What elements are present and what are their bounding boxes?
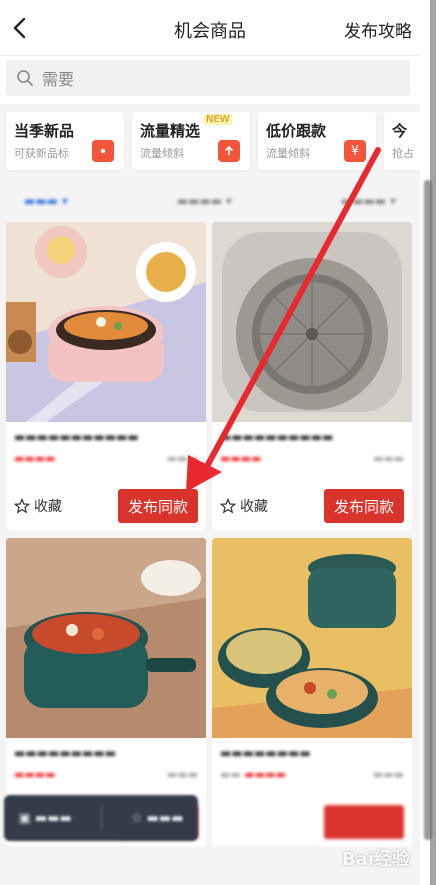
floating-action-right-blurred[interactable]: ☆ ▬▬▬ [131, 811, 184, 826]
favorite-button[interactable]: 收藏 [14, 496, 62, 516]
category-name: 低价跟款 [266, 122, 327, 140]
product-actions-blurred [212, 798, 412, 846]
tag-icon [92, 140, 114, 162]
category-name: 流量精选 [140, 122, 201, 140]
watermark-logo: Bai经验 [341, 849, 410, 870]
sort-price-blurred: ▬▬▬▬ ▾ [340, 194, 396, 208]
product-price-row-blurred: ▬▬▬▬ ▬▬▬ [220, 452, 404, 465]
sort-category-blurred: ▬▬▬▬ ▾ [176, 194, 232, 208]
publish-same-button[interactable]: 发布同款 [118, 489, 198, 523]
category-name: 当季新品 [14, 122, 75, 140]
sort-default-blurred: ▬▬▬ ▾ [24, 194, 68, 208]
product-title-blurred: ▬▬▬▬▬▬▬▬ [220, 746, 311, 760]
floating-divider [100, 806, 102, 830]
category-card-traffic-picks[interactable]: 流量精选 NEW 流量倾斜 [132, 112, 250, 170]
favorite-label: 收藏 [34, 499, 62, 515]
product-actions: 收藏 发布同款 [212, 482, 412, 530]
search-input[interactable]: 需要 [6, 60, 410, 96]
top-nav-bar: 机会商品 发布攻略 [0, 0, 420, 56]
category-desc: 抢占 [392, 147, 414, 160]
green-pot-photo [6, 538, 206, 738]
new-badge: NEW [204, 114, 232, 125]
product-title-blurred: ▬▬▬▬▬▬▬▬▬▬▬ [14, 430, 139, 444]
publish-same-button[interactable] [324, 805, 404, 839]
category-card-today[interactable]: 今 抢占 [384, 112, 420, 170]
product-title-blurred: ▬▬▬▬▬▬▬▬▬ [14, 746, 117, 760]
product-info-blurred: ▬▬▬▬▬▬▬▬▬ ▬▬▬▬ ▬▬▬ [6, 738, 206, 798]
product-info-blurred: ▬▬▬▬▬▬▬▬▬▬▬ ▬▬▬▬ ▬▬▬ [6, 422, 206, 482]
category-card-new-season[interactable]: 当季新品 可获新品标 [6, 112, 124, 170]
teal-pot-photo [212, 538, 412, 738]
star-icon [14, 498, 30, 514]
edge-line [430, 0, 436, 885]
product-actions: 收藏 发布同款 [6, 482, 206, 530]
publish-guide-link[interactable]: 发布攻略 [344, 17, 412, 42]
steel-kettle-photo [212, 222, 412, 422]
product-card[interactable]: ▬▬▬▬▬▬▬▬▬▬▬ ▬▬▬▬ ▬▬▬ 收藏 发布同款 [6, 222, 206, 530]
search-icon [17, 70, 33, 86]
favorite-label: 收藏 [240, 499, 268, 515]
category-name: 今 [392, 122, 408, 140]
search-area: 需要 [0, 56, 420, 104]
product-price-row-blurred: ▬▬ ▬▬▬▬ ▬▬▬ [220, 768, 404, 781]
adjacent-window-edge [420, 0, 440, 885]
product-card[interactable]: ▬▬▬▬▬▬▬▬▬▬ ▬▬▬▬ ▬▬▬ 收藏 发布同款 [212, 222, 412, 530]
product-info-blurred: ▬▬▬▬▬▬▬▬ ▬▬ ▬▬▬▬ ▬▬▬ [212, 738, 412, 798]
app-screen: 机会商品 发布攻略 需要 当季新品 可获新品标 流量精选 NEW 流量倾斜 低价… [0, 0, 420, 885]
product-price-row-blurred: ▬▬▬▬ ▬▬▬ [14, 452, 198, 465]
product-info-blurred: ▬▬▬▬▬▬▬▬▬▬ ▬▬▬▬ ▬▬▬ [212, 422, 412, 482]
floating-action-left-blurred[interactable]: ▣ ▬▬▬ [19, 811, 72, 826]
arrow-up-icon [218, 140, 240, 162]
floating-action-bar-blurred[interactable]: ▣ ▬▬▬ ☆ ▬▬▬ [4, 795, 198, 841]
yen-icon: ¥ [344, 140, 366, 162]
category-card-low-price[interactable]: 低价跟款 流量倾斜 ¥ [258, 112, 376, 170]
search-placeholder: 需要 [42, 70, 75, 89]
product-price-row-blurred: ▬▬▬▬ ▬▬▬ [14, 768, 198, 781]
star-icon [220, 498, 236, 514]
favorite-button[interactable]: 收藏 [220, 496, 268, 516]
pink-cooker-photo [6, 222, 206, 422]
category-row: 当季新品 可获新品标 流量精选 NEW 流量倾斜 低价跟款 流量倾斜 ¥ 今 抢… [0, 104, 420, 180]
product-grid: ▬▬▬▬▬▬▬▬▬▬▬ ▬▬▬▬ ▬▬▬ 收藏 发布同款 ▬▬▬▬▬▬▬▬▬▬ … [0, 222, 420, 846]
publish-same-button[interactable]: 发布同款 [324, 489, 404, 523]
sort-filter-row-blurred: ▬▬▬ ▾ ▬▬▬▬ ▾ ▬▬▬▬ ▾ [0, 180, 420, 222]
product-title-blurred: ▬▬▬▬▬▬▬▬▬▬ [220, 430, 334, 444]
product-card[interactable]: ▬▬▬▬▬▬▬▬ ▬▬ ▬▬▬▬ ▬▬▬ [212, 538, 412, 846]
